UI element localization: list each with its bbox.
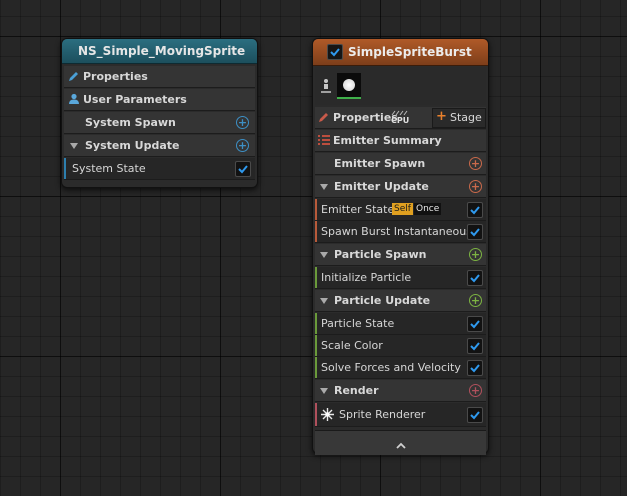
emitter-thumbnail[interactable] [337, 73, 361, 99]
system-spawn-label: System Spawn [85, 116, 176, 129]
emitter-enabled-checkbox[interactable] [327, 44, 343, 60]
module-color-strip [315, 313, 317, 334]
scale-color-module[interactable]: Scale Color [315, 335, 486, 357]
emitter-node-title: SimpleSpriteBurst [348, 45, 472, 59]
emitter-update-row[interactable]: Emitter Update + [315, 176, 486, 198]
collapse-node-button[interactable] [315, 430, 486, 455]
emitter-spawn-row[interactable]: Emitter Spawn + [315, 153, 486, 175]
module-color-strip [315, 403, 317, 426]
add-module-icon[interactable]: + [469, 294, 482, 307]
initialize-particle-module[interactable]: Initialize Particle [315, 267, 486, 289]
sprite-dot-icon [343, 79, 355, 91]
user-parameters-row[interactable]: User Parameters [64, 89, 255, 111]
add-module-icon[interactable]: + [469, 180, 482, 193]
chevron-up-icon [396, 439, 406, 452]
emitter-properties-row[interactable]: Properties CPU + Stage [315, 107, 486, 129]
particle-state-module[interactable]: Particle State [315, 313, 486, 335]
system-node[interactable]: NS_Simple_MovingSprite Properties User P… [61, 38, 258, 188]
spawn-burst-module[interactable]: Spawn Burst Instantaneous [315, 221, 486, 243]
emitter-summary-row[interactable]: Emitter Summary [315, 130, 486, 152]
system-update-label: System Update [85, 139, 180, 152]
cpu-badge: CPU [391, 110, 409, 125]
emitter-properties-label: Properties [333, 111, 398, 124]
plus-icon: + [436, 109, 447, 124]
sprite-renderer-module[interactable]: Sprite Renderer [315, 403, 486, 427]
scale-color-label: Scale Color [321, 339, 383, 352]
emitter-figure-icon[interactable] [320, 78, 332, 97]
module-color-strip [315, 357, 317, 378]
emitter-state-checkbox[interactable] [467, 202, 483, 218]
initialize-particle-label: Initialize Particle [321, 271, 412, 284]
system-state-checkbox[interactable] [235, 161, 251, 177]
system-state-label: System State [72, 162, 146, 175]
cpu-badge-label: CPU [391, 116, 410, 125]
solve-forces-checkbox[interactable] [467, 360, 483, 376]
pencil-icon [68, 70, 80, 85]
collapse-arrow-icon[interactable] [320, 252, 328, 258]
collapse-arrow-icon[interactable] [70, 143, 78, 149]
system-node-title: NS_Simple_MovingSprite [78, 44, 246, 58]
particle-update-row[interactable]: Particle Update + [315, 290, 486, 312]
solve-forces-label: Solve Forces and Velocity [321, 361, 461, 374]
sprite-burst-icon [321, 408, 334, 424]
sprite-renderer-label: Sprite Renderer [339, 408, 426, 421]
user-icon [68, 93, 80, 108]
system-spawn-row[interactable]: System Spawn + [64, 112, 255, 134]
module-color-strip [315, 221, 317, 242]
collapse-arrow-icon[interactable] [320, 184, 328, 190]
emitter-update-label: Emitter Update [334, 180, 429, 193]
scale-color-checkbox[interactable] [467, 338, 483, 354]
solve-forces-module[interactable]: Solve Forces and Velocity [315, 357, 486, 379]
particle-state-checkbox[interactable] [467, 316, 483, 332]
sprite-renderer-checkbox[interactable] [467, 407, 483, 423]
module-color-strip [315, 335, 317, 356]
user-parameters-label: User Parameters [83, 93, 187, 106]
emitter-thumbnail-bar [315, 67, 486, 105]
module-color-strip [64, 158, 66, 179]
module-color-strip [315, 267, 317, 288]
collapse-arrow-icon[interactable] [320, 298, 328, 304]
add-module-icon[interactable]: + [469, 248, 482, 261]
add-module-icon[interactable]: + [469, 157, 482, 170]
particle-spawn-label: Particle Spawn [334, 248, 427, 261]
system-state-module[interactable]: System State [64, 158, 255, 180]
render-label: Render [334, 384, 379, 397]
particle-spawn-row[interactable]: Particle Spawn + [315, 244, 486, 266]
particle-state-label: Particle State [321, 317, 395, 330]
self-tag: Self [392, 203, 413, 215]
collapse-arrow-icon[interactable] [320, 388, 328, 394]
particle-update-label: Particle Update [334, 294, 431, 307]
emitter-state-label: Emitter State [321, 203, 395, 216]
system-update-row[interactable]: System Update + [64, 135, 255, 157]
module-color-strip [315, 199, 317, 220]
spawn-burst-checkbox[interactable] [467, 224, 483, 240]
emitter-summary-label: Emitter Summary [333, 134, 442, 147]
once-tag: Once [414, 203, 442, 215]
add-module-icon[interactable]: + [236, 139, 249, 152]
pencil-icon [318, 111, 330, 126]
emitter-spawn-label: Emitter Spawn [334, 157, 426, 170]
emitter-node[interactable]: SimpleSpriteBurst Properties CPU + Stage [312, 38, 489, 455]
emitter-state-module[interactable]: Emitter State Self Once [315, 199, 486, 221]
initialize-particle-checkbox[interactable] [467, 270, 483, 286]
system-properties-label: Properties [83, 70, 148, 83]
list-icon [318, 135, 330, 149]
add-renderer-icon[interactable]: + [469, 384, 482, 397]
emitter-node-header[interactable]: SimpleSpriteBurst [313, 39, 488, 66]
system-properties-row[interactable]: Properties [64, 66, 255, 88]
spawn-burst-label: Spawn Burst Instantaneous [321, 225, 472, 238]
add-module-icon[interactable]: + [236, 116, 249, 129]
render-row[interactable]: Render + [315, 380, 486, 402]
stage-button-label: Stage [450, 111, 482, 124]
system-node-header[interactable]: NS_Simple_MovingSprite [62, 39, 257, 64]
add-stage-button[interactable]: + Stage [432, 108, 486, 128]
